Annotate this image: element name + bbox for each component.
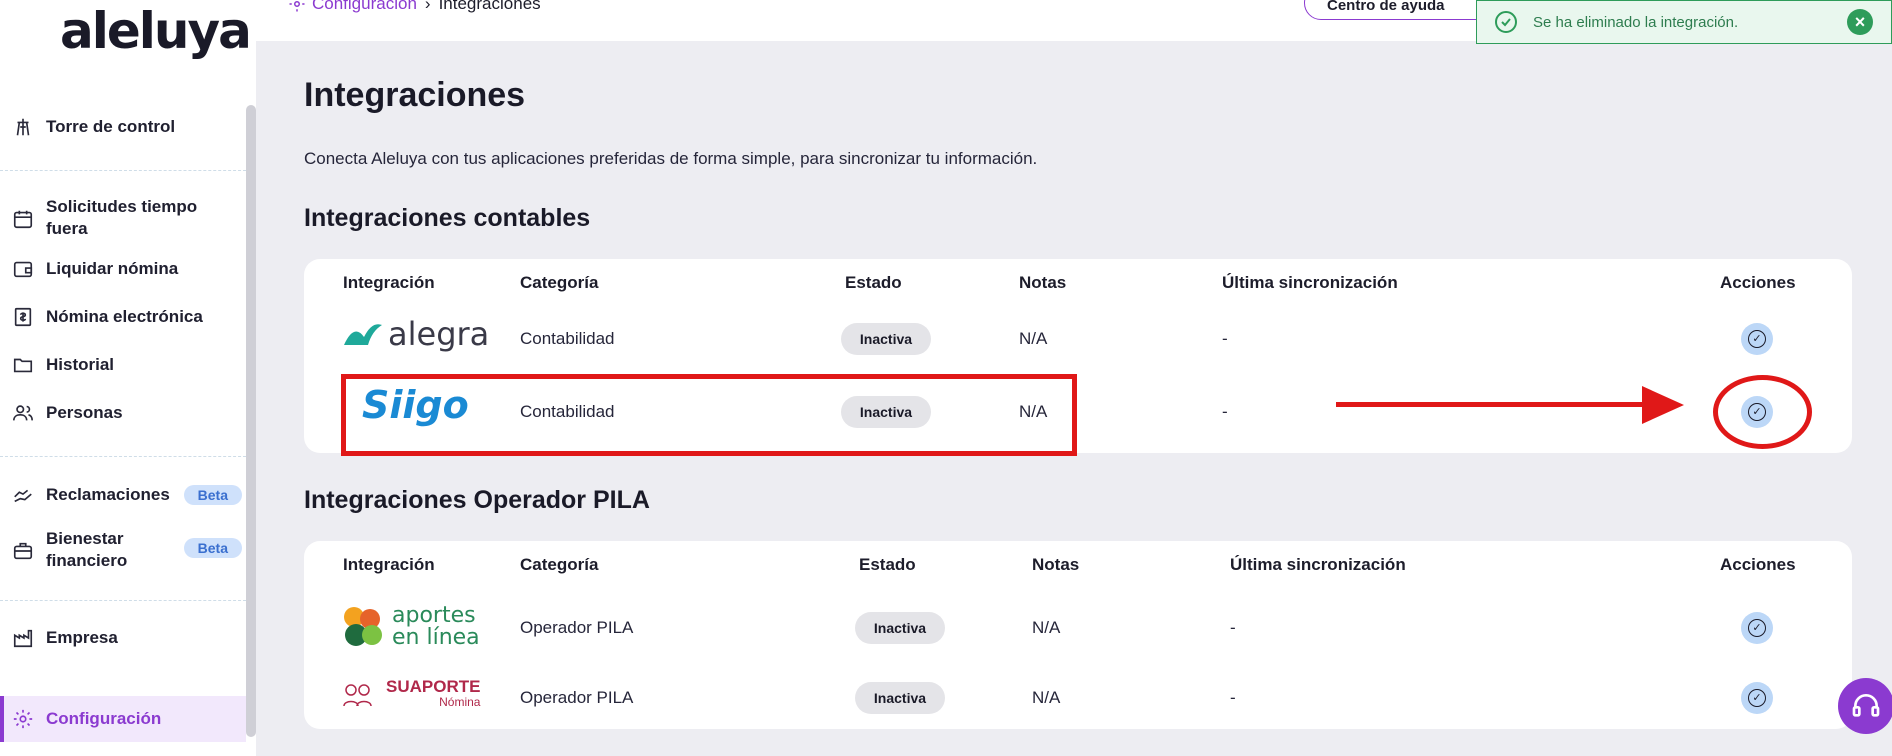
annotation-circle — [1713, 375, 1812, 449]
sidebar-item-historial[interactable]: Historial — [12, 354, 242, 376]
success-toast: Se ha eliminado la integración. × — [1476, 0, 1892, 44]
check-circle-icon: ✓ — [1748, 330, 1766, 348]
breadcrumb-separator-icon: › — [424, 0, 431, 13]
column-header: Notas — [1032, 555, 1080, 574]
sidebar-divider — [0, 170, 246, 171]
sidebar-divider — [0, 600, 246, 601]
sidebar-item-label: Liquidar nómina — [46, 259, 179, 278]
category-cell: Operador PILA — [520, 688, 634, 707]
column-header: Notas — [1019, 273, 1067, 292]
toast-message: Se ha eliminado la integración. — [1533, 13, 1739, 31]
notes-cell: N/A — [1019, 329, 1048, 348]
calendar-icon — [12, 208, 34, 230]
breadcrumb: Configuración › Integraciones — [288, 0, 541, 14]
alegra-mark-icon — [344, 324, 382, 345]
sidebar-item-label: Torre de control — [46, 117, 176, 136]
aportes-mark-icon — [344, 607, 382, 646]
sidebar: aleluya Torre de control Solicitudes tie… — [0, 0, 256, 756]
annotation-highlight-box — [341, 374, 1077, 456]
dollar-doc-icon — [12, 306, 34, 328]
column-header: Estado — [845, 273, 902, 292]
last-sync-cell: - — [1222, 329, 1228, 348]
column-header: Integración — [343, 555, 435, 574]
sidebar-divider — [0, 456, 246, 457]
folder-icon — [12, 354, 34, 376]
activate-button[interactable]: ✓ — [1741, 612, 1773, 644]
sidebar-item-empresa[interactable]: Empresa — [12, 627, 242, 649]
sidebar-item-label: Solicitudes tiempo fuera — [46, 197, 198, 238]
beta-badge: Beta — [183, 538, 242, 558]
activate-button[interactable]: ✓ — [1741, 323, 1773, 355]
gear-icon — [289, 1, 305, 12]
section-title-pila: Integraciones Operador PILA — [304, 486, 650, 514]
column-header: Estado — [859, 555, 916, 574]
check-circle-icon: ✓ — [1748, 689, 1766, 707]
last-sync-cell: - — [1222, 402, 1228, 421]
notes-cell: N/A — [1032, 618, 1061, 637]
annotation-arrow-head — [1642, 386, 1684, 424]
alegra-logo: alegra — [342, 315, 489, 353]
column-header: Categoría — [520, 273, 599, 292]
page-subtitle: Conecta Aleluya con tus aplicaciones pre… — [304, 149, 1038, 168]
wallet-icon — [12, 258, 34, 280]
page-title: Integraciones — [304, 76, 526, 114]
sidebar-item-label: Nómina electrónica — [46, 307, 203, 326]
sidebar-item-reclamaciones[interactable]: Reclamaciones Beta — [12, 484, 242, 506]
breadcrumb-configuracion[interactable]: Configuración — [288, 0, 417, 14]
gear-icon — [12, 708, 34, 730]
close-icon[interactable]: × — [1847, 9, 1873, 35]
sidebar-item-liquidar-nomina[interactable]: Liquidar nómina — [12, 258, 242, 280]
notes-cell: N/A — [1032, 688, 1061, 707]
sidebar-item-configuracion[interactable]: Configuración — [12, 708, 242, 730]
beta-badge: Beta — [183, 485, 242, 505]
column-header: Integración — [343, 273, 435, 292]
people-icon — [12, 402, 34, 424]
aleluya-logo[interactable]: aleluya — [60, 2, 252, 60]
suaporte-mark-icon — [343, 684, 372, 707]
sidebar-item-solicitudes[interactable]: Solicitudes tiempo fuera — [12, 196, 242, 240]
sidebar-item-label: Configuración — [46, 709, 162, 728]
category-cell: Contabilidad — [520, 329, 615, 348]
category-cell: Operador PILA — [520, 618, 634, 637]
briefcase-icon — [12, 540, 34, 562]
column-header: Acciones — [1720, 555, 1796, 574]
sidebar-item-bienestar[interactable]: Bienestar financiero Beta — [12, 528, 242, 572]
status-badge: Inactiva — [855, 682, 945, 714]
column-header: Última sincronización — [1222, 273, 1398, 292]
factory-icon — [12, 627, 34, 649]
last-sync-cell: - — [1230, 618, 1236, 637]
annotation-arrow-line — [1336, 402, 1648, 407]
sidebar-item-label: Bienestar financiero — [46, 529, 128, 570]
sidebar-item-nomina-electronica[interactable]: Nómina electrónica — [12, 306, 242, 328]
check-circle-icon — [1495, 11, 1517, 33]
suaporte-logo: SUAPORTE Nómina — [342, 678, 480, 709]
activate-button[interactable]: ✓ — [1741, 682, 1773, 714]
support-chat-button[interactable] — [1838, 678, 1892, 734]
status-badge: Inactiva — [855, 612, 945, 644]
headset-icon — [1852, 694, 1880, 717]
help-center-button[interactable]: Centro de ayuda — [1304, 0, 1504, 20]
sidebar-item-label: Historial — [46, 355, 115, 374]
hand-icon — [12, 484, 34, 506]
check-circle-icon: ✓ — [1748, 619, 1766, 637]
column-header: Acciones — [1720, 273, 1796, 292]
column-header: Categoría — [520, 555, 599, 574]
integrations-table-pila: Integración Categoría Estado Notas Últim… — [304, 541, 1852, 729]
column-header: Última sincronización — [1230, 555, 1406, 574]
sidebar-scrollbar[interactable] — [246, 105, 256, 737]
aportes-en-linea-logo: aportes en línea — [342, 605, 480, 649]
tower-icon — [12, 116, 34, 138]
status-badge: Inactiva — [841, 323, 931, 355]
section-title-contables: Integraciones contables — [304, 204, 591, 232]
breadcrumb-integraciones: Integraciones — [438, 0, 541, 13]
sidebar-item-label: Empresa — [46, 628, 118, 647]
sidebar-item-label: Reclamaciones — [46, 485, 170, 504]
last-sync-cell: - — [1230, 688, 1236, 707]
sidebar-item-personas[interactable]: Personas — [12, 402, 242, 424]
sidebar-item-torre-de-control[interactable]: Torre de control — [12, 116, 242, 138]
sidebar-item-label: Personas — [46, 403, 123, 422]
